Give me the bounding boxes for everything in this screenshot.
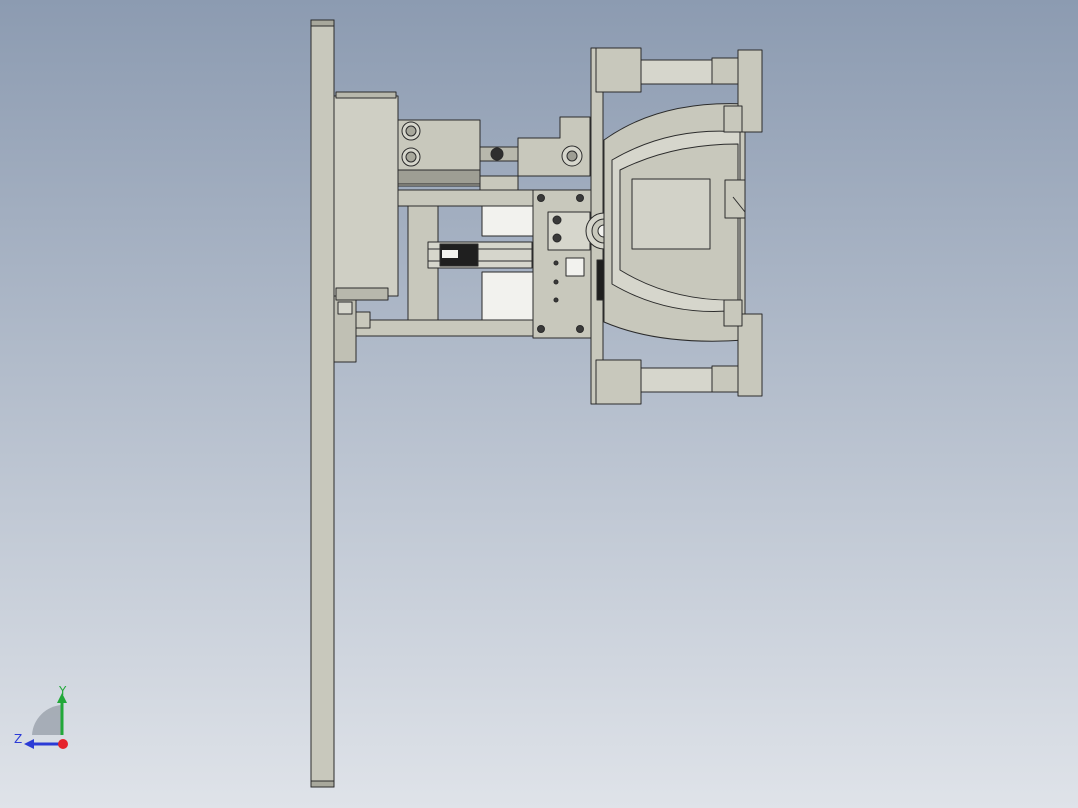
lower-clamp-end[interactable] xyxy=(711,365,739,393)
proximity-sensor[interactable] xyxy=(337,301,353,315)
slide-block-upper[interactable] xyxy=(481,205,535,237)
z-axis-label: Z xyxy=(14,732,22,746)
fitting-bottom-inner xyxy=(405,151,417,163)
triad-svg: Y Z xyxy=(14,684,68,749)
triad-arc xyxy=(32,705,62,735)
base-plate-top-cap xyxy=(310,19,335,27)
upper-clamp-pad xyxy=(723,105,743,133)
base-plate-bottom-cap xyxy=(310,780,335,788)
upper-clamp-housing[interactable] xyxy=(595,47,642,93)
viewport-background xyxy=(0,0,1078,808)
upper-clamp-rod[interactable] xyxy=(640,59,715,85)
fitting-top-inner xyxy=(405,125,417,137)
rail-carriage-highlight xyxy=(442,250,458,258)
plate-screw-1 xyxy=(537,194,545,202)
upper-clamp-end[interactable] xyxy=(711,57,739,85)
slide-block-lower[interactable] xyxy=(481,271,535,321)
cylinder-body[interactable] xyxy=(333,95,399,297)
lower-clamp-pad xyxy=(723,299,743,327)
plate-hole-2 xyxy=(553,279,559,285)
pivot-screw-2 xyxy=(552,233,562,243)
guide-block-rail xyxy=(397,169,481,185)
sensor-switch[interactable] xyxy=(565,257,585,277)
cad-model-view[interactable] xyxy=(0,0,1078,808)
cylinder-cap-top xyxy=(335,91,397,99)
x-axis-dot xyxy=(58,739,68,749)
frame-top-bar[interactable] xyxy=(397,189,539,207)
y-axis-label: Y xyxy=(58,685,67,698)
plate-screw-4 xyxy=(576,325,584,333)
base-plate[interactable] xyxy=(310,19,335,788)
gripper-pad[interactable] xyxy=(631,178,711,250)
cylinder-fitting xyxy=(335,287,389,301)
cad-viewport[interactable]: Y Z xyxy=(0,0,1078,808)
lower-clamp-housing[interactable] xyxy=(595,359,642,405)
plate-hole-3 xyxy=(553,297,559,303)
rod-end xyxy=(490,147,504,161)
plate-screw-3 xyxy=(537,325,545,333)
plate-screw-2 xyxy=(576,194,584,202)
pivot-screw-1 xyxy=(552,215,562,225)
lower-clamp-rod[interactable] xyxy=(640,367,715,393)
orientation-triad[interactable]: Y Z xyxy=(10,684,80,755)
upper-bracket-knob-inner xyxy=(566,150,578,162)
z-axis-arrow xyxy=(24,739,34,749)
bottom-bracket-connector xyxy=(355,311,371,329)
frame-bottom-bar[interactable] xyxy=(355,319,539,337)
plate-hole-1 xyxy=(553,260,559,266)
